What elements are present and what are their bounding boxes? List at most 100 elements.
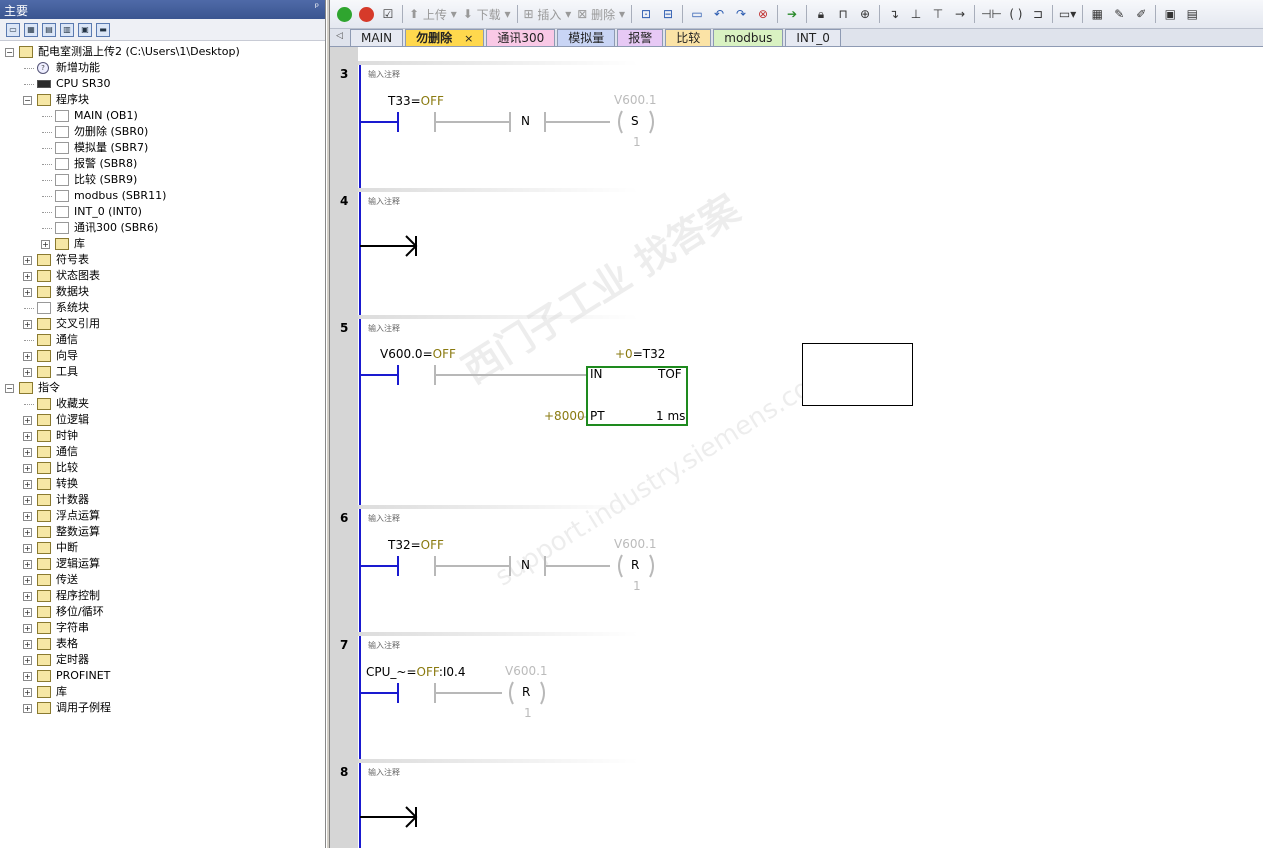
box-icon[interactable]: ⊐ <box>1028 4 1048 24</box>
expand-icon[interactable]: + <box>23 496 32 505</box>
collapse-icon[interactable]: − <box>23 96 32 105</box>
contact-icon[interactable]: ⊣⊢ <box>979 4 1004 24</box>
download-button[interactable]: ⬇ 下载 ▾ <box>461 4 513 24</box>
monitor-icon[interactable]: ▬ <box>96 22 110 37</box>
tree-item[interactable]: − 指令 <box>0 380 325 396</box>
edit-symbol-icon[interactable]: ✐ <box>1131 4 1151 24</box>
properties-icon[interactable]: ▤ <box>1182 4 1202 24</box>
tree-item[interactable]: 勿删除 (SBR0) <box>0 124 325 140</box>
expand-icon[interactable]: + <box>23 544 32 553</box>
tree-item[interactable]: 通信 <box>0 332 325 348</box>
expand-icon[interactable]: + <box>23 624 32 633</box>
bookmark-icon[interactable]: ▭ <box>687 4 707 24</box>
tree-item[interactable]: + 比较 <box>0 460 325 476</box>
tree-item[interactable]: 系统块 <box>0 300 325 316</box>
tree-item[interactable]: + PROFINET <box>0 668 325 684</box>
run-icon[interactable] <box>334 4 354 24</box>
coil-icon[interactable]: ( ) <box>1006 4 1026 24</box>
ladder-editor[interactable]: 西门子工业 找答案 support.industry.siemens.com/c… <box>330 47 1263 848</box>
branch-up-icon[interactable]: ⊥ <box>906 4 926 24</box>
tab-0[interactable]: MAIN <box>350 29 404 46</box>
table-icon[interactable]: ▦ <box>24 22 38 37</box>
network[interactable]: 4 输入注释 <box>330 188 1263 315</box>
expand-icon[interactable]: + <box>23 672 32 681</box>
branch-line-icon[interactable]: ⊤ <box>928 4 948 24</box>
tree-item[interactable]: 收藏夹 <box>0 396 325 412</box>
collapse-icon[interactable]: − <box>5 48 14 57</box>
page-icon[interactable]: ▤ <box>42 22 56 37</box>
symbol-table-icon[interactable]: ▦ <box>1087 4 1107 24</box>
expand-icon[interactable]: + <box>41 240 50 249</box>
tree-item[interactable]: + 库 <box>0 684 325 700</box>
expand-icon[interactable]: + <box>23 352 32 361</box>
tree-item[interactable]: − 配电室测温上传2 (C:\Users\1\Desktop) <box>0 44 325 60</box>
tree-item[interactable]: + 逻辑运算 <box>0 556 325 572</box>
network[interactable]: 3 输入注释 T33=OFF N V600.1 S 1 <box>330 61 1263 188</box>
expand-icon[interactable]: + <box>23 560 32 569</box>
clear-bookmarks-icon[interactable]: ⊗ <box>753 4 773 24</box>
tree-item[interactable]: INT_0 (INT0) <box>0 204 325 220</box>
expand-icon[interactable]: + <box>23 480 32 489</box>
tree-item[interactable]: + 时钟 <box>0 428 325 444</box>
prev-bookmark-icon[interactable]: ↶ <box>709 4 729 24</box>
network[interactable]: 6 输入注释 T32=OFF N V600.1 R 1 <box>330 505 1263 632</box>
expand-icon[interactable]: + <box>23 640 32 649</box>
tree-item[interactable]: + 程序控制 <box>0 588 325 604</box>
expand-icon[interactable]: + <box>23 528 32 537</box>
pin-icon[interactable]: ᵖ <box>315 2 319 13</box>
expand-icon[interactable]: + <box>23 416 32 425</box>
lock-icon[interactable]: 🔒︎ <box>811 4 831 24</box>
tree-item[interactable]: ? 新增功能 <box>0 60 325 76</box>
tree-item[interactable]: + 位逻辑 <box>0 412 325 428</box>
comment-toggle-icon[interactable]: ▭▾ <box>1057 4 1078 24</box>
tree-item[interactable]: + 状态图表 <box>0 268 325 284</box>
stop-icon[interactable] <box>356 4 376 24</box>
tree-item[interactable]: + 字符串 <box>0 620 325 636</box>
tree-item[interactable]: MAIN (OB1) <box>0 108 325 124</box>
expand-icon[interactable]: + <box>23 608 32 617</box>
line-right-icon[interactable]: → <box>950 4 970 24</box>
tree-item[interactable]: modbus (SBR11) <box>0 188 325 204</box>
delete-button[interactable]: ⊠ 删除 ▾ <box>575 4 627 24</box>
add-lock-icon[interactable]: ⊕ <box>855 4 875 24</box>
tree-item[interactable]: + 通信 <box>0 444 325 460</box>
tree-item[interactable]: + 传送 <box>0 572 325 588</box>
upload-button[interactable]: ⬆ 上传 ▾ <box>407 4 459 24</box>
expand-icon[interactable]: + <box>23 464 32 473</box>
tree-item[interactable]: 报警 (SBR8) <box>0 156 325 172</box>
tab-4[interactable]: 报警 <box>617 29 664 46</box>
tab-3[interactable]: 模拟量 <box>557 29 616 46</box>
pou-icon[interactable]: ▣ <box>1160 4 1180 24</box>
expand-icon[interactable]: + <box>23 288 32 297</box>
insert-button[interactable]: ⊞ 插入 ▾ <box>522 4 574 24</box>
tree-item[interactable]: + 数据块 <box>0 284 325 300</box>
tab-2[interactable]: 通讯300 <box>486 29 556 46</box>
network[interactable]: 5 输入注释 V600.0=OFF +0=T32 IN TOF +8000 PT 1 ms <box>330 315 1263 505</box>
branch-down-icon[interactable]: ↴ <box>884 4 904 24</box>
tab-5[interactable]: 比较 <box>665 29 712 46</box>
tree-item[interactable]: + 库 <box>0 236 325 252</box>
document-icon[interactable]: ▥ <box>60 22 74 37</box>
monitor-program-icon[interactable]: ⊡ <box>636 4 656 24</box>
tab-scroll-left-icon[interactable]: ◁ <box>336 31 343 41</box>
expand-icon[interactable]: + <box>23 704 32 713</box>
unlock-icon[interactable]: ⊓ <box>833 4 853 24</box>
tree-item[interactable]: + 工具 <box>0 364 325 380</box>
tree-item[interactable]: CPU SR30 <box>0 76 325 92</box>
expand-icon[interactable]: + <box>23 448 32 457</box>
tree-item[interactable]: − 程序块 <box>0 92 325 108</box>
expand-icon[interactable]: + <box>23 272 32 281</box>
tree-item[interactable]: + 中断 <box>0 540 325 556</box>
window-icon[interactable]: ▣ <box>78 22 92 37</box>
tree-item[interactable]: + 整数运算 <box>0 524 325 540</box>
tree-item[interactable]: 模拟量 (SBR7) <box>0 140 325 156</box>
tree-item[interactable]: + 浮点运算 <box>0 508 325 524</box>
close-tab-icon[interactable]: × <box>464 32 473 45</box>
tree-item[interactable]: + 向导 <box>0 348 325 364</box>
expand-icon[interactable]: + <box>23 576 32 585</box>
tree-item[interactable]: + 交叉引用 <box>0 316 325 332</box>
network[interactable]: 8 输入注释 <box>330 759 1263 848</box>
collapse-icon[interactable]: − <box>5 384 14 393</box>
tree-item[interactable]: 比较 (SBR9) <box>0 172 325 188</box>
goto-icon[interactable]: ➔ <box>782 4 802 24</box>
